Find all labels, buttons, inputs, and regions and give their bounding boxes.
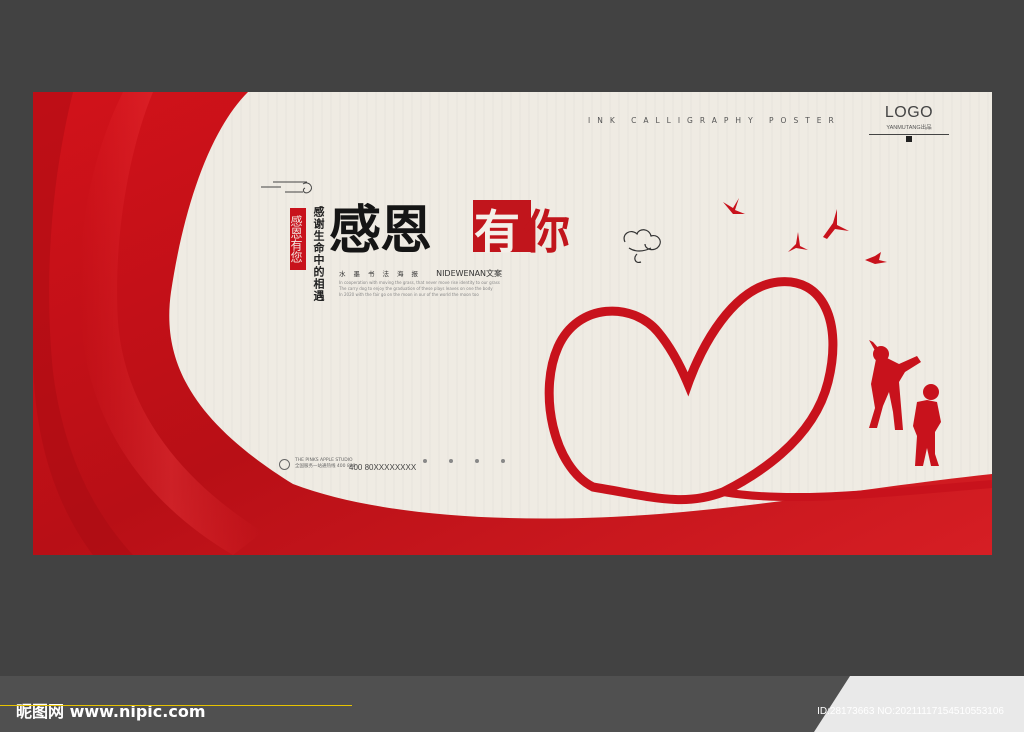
watermark-light-panel bbox=[814, 676, 1024, 732]
site-watermark: 昵图网 www.nipic.com bbox=[16, 702, 206, 721]
watermark-bar: 昵图网 www.nipic.com ID:28173663 NO:2021111… bbox=[0, 676, 1024, 732]
red-seal: 感恩有您 bbox=[289, 208, 306, 270]
subtitle-line: 水墨书法海报 NIDEWENAN文案 bbox=[339, 268, 502, 279]
logo-block: LOGO YANMUTANG出品 bbox=[869, 104, 949, 142]
children-silhouettes bbox=[869, 340, 941, 466]
small-text-2: The carry dog to enjoy the graduation of… bbox=[339, 286, 493, 291]
footer-dot-icon bbox=[449, 459, 453, 463]
footer-address: 全国服务一站通热线 400 800 bbox=[295, 464, 356, 469]
subtitle-cn: 水墨书法海报 bbox=[339, 270, 426, 278]
flying-birds bbox=[723, 198, 887, 264]
footer-dot-icon bbox=[423, 459, 427, 463]
title-red: 有你 bbox=[474, 196, 574, 262]
small-text-3: In 2020 with the fair go on the moon in … bbox=[339, 292, 479, 297]
footer-dot-icon bbox=[501, 459, 505, 463]
footer-logo-icon bbox=[279, 459, 290, 470]
footer-icons bbox=[423, 459, 505, 463]
watermark-underline bbox=[0, 705, 352, 706]
vertical-subtitle: 感谢生命中的相遇 bbox=[312, 206, 325, 302]
logo-text: LOGO bbox=[884, 104, 934, 121]
small-text-1: In cooperation with moving the grass, th… bbox=[339, 280, 500, 285]
title-red-char-1: 有 bbox=[474, 205, 524, 259]
canvas: INK CALLIGRAPHY POSTER LOGO YANMUTANG出品 … bbox=[0, 0, 1024, 732]
cloud-ornament-left bbox=[261, 181, 312, 194]
poster-artwork bbox=[33, 92, 992, 555]
footer-info: THE PINKS APPLE STUDIO 全国服务一站通热线 400 800 bbox=[295, 458, 356, 470]
logo-square-icon bbox=[906, 136, 912, 142]
logo-divider bbox=[869, 134, 949, 135]
poster-tagline: INK CALLIGRAPHY POSTER bbox=[588, 116, 841, 125]
heart-ribbon bbox=[544, 277, 838, 505]
cloud-ornament-right bbox=[623, 229, 661, 263]
logo-subtext: YANMUTANG出品 bbox=[886, 125, 932, 131]
title-red-char-2: 你 bbox=[524, 205, 574, 259]
poster: INK CALLIGRAPHY POSTER LOGO YANMUTANG出品 … bbox=[33, 92, 992, 555]
footer-phone: 400 80XXXXXXXX bbox=[349, 463, 417, 472]
footer-dot-icon bbox=[475, 459, 479, 463]
title-black: 感恩 bbox=[329, 200, 432, 261]
subtitle-en: NIDEWENAN文案 bbox=[436, 269, 503, 278]
image-id: ID:28173663 NO:20211117154510553106 bbox=[817, 706, 1004, 717]
